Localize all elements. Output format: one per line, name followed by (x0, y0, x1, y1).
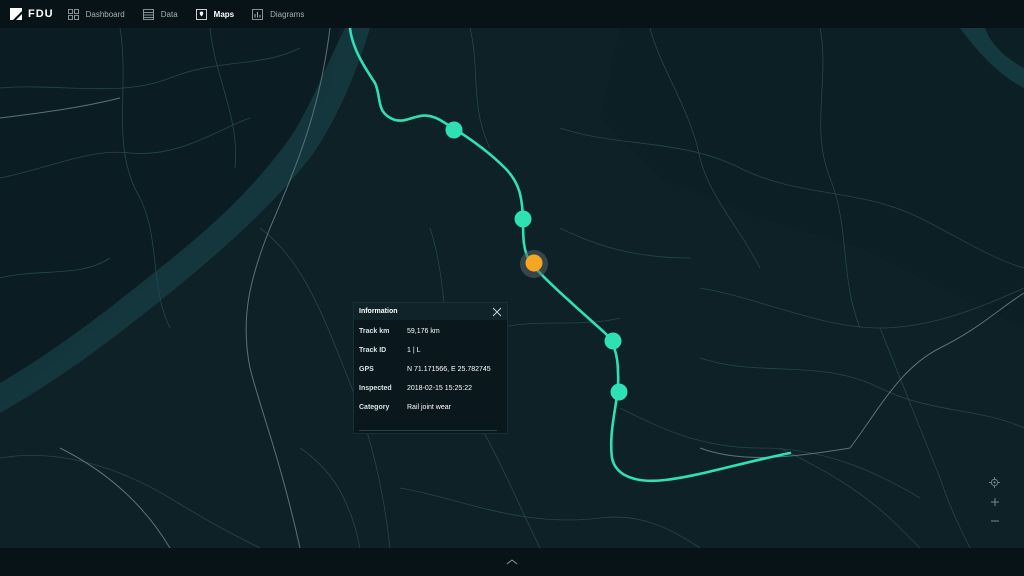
locate-icon (989, 477, 1000, 488)
main-nav: Dashboard Data Maps Diagrams (67, 8, 323, 20)
nav-label-dashboard: Dashboard (85, 9, 125, 19)
map-canvas (0, 28, 1024, 548)
track-marker-3[interactable] (604, 332, 622, 350)
nav-item-maps[interactable]: Maps (195, 8, 235, 20)
info-row-inspected: Inspected 2018-02-15 15:25:22 (354, 379, 507, 398)
track-marker-4[interactable] (610, 383, 628, 401)
panel-divider (359, 430, 497, 431)
info-label: Track ID (359, 347, 387, 354)
nav-label-data: Data (160, 9, 178, 19)
app-logo[interactable]: FDU (10, 8, 54, 20)
info-label: Track km (359, 328, 390, 335)
zoom-in-icon (990, 497, 999, 506)
info-label: GPS (359, 366, 374, 373)
logo-text: FDU (28, 8, 54, 20)
dashboard-grid-icon (67, 8, 79, 20)
map-pin-icon (195, 8, 207, 20)
information-panel-title: Information (359, 308, 398, 315)
info-value: N 71.171566, E 25.782745 (407, 366, 491, 373)
info-row-gps: GPS N 71.171566, E 25.782745 (354, 360, 507, 379)
info-value: 2018-02-15 15:25:22 (407, 385, 472, 392)
bottom-drawer-bar (0, 548, 1024, 576)
data-table-icon (142, 8, 154, 20)
nav-label-maps: Maps (213, 9, 235, 19)
info-row-track-id: Track ID 1 | L (354, 341, 507, 360)
info-value: 59,176 km (407, 328, 440, 335)
info-row-track-km: Track km 59,176 km (354, 322, 507, 341)
info-row-category: Category Rail joint wear (354, 398, 507, 417)
nav-item-data[interactable]: Data (142, 8, 178, 20)
info-value: 1 | L (407, 347, 421, 354)
locate-button[interactable] (986, 474, 1003, 491)
close-icon[interactable] (492, 307, 502, 317)
zoom-in-button[interactable] (986, 493, 1003, 510)
info-value: Rail joint wear (407, 404, 451, 411)
zoom-out-icon (990, 520, 999, 521)
top-navigation-bar: FDU Dashboard Data Maps Diagrams (0, 0, 1024, 28)
track-marker-2[interactable] (514, 210, 532, 228)
info-label: Inspected (359, 385, 392, 392)
chevron-up-icon[interactable] (505, 557, 519, 567)
info-label: Category (359, 404, 390, 411)
information-panel: Information Track km 59,176 km Track ID … (353, 302, 508, 434)
information-panel-header: Information (354, 303, 507, 320)
terrain-layer (0, 28, 1024, 408)
selected-track-marker[interactable] (525, 254, 543, 272)
nav-label-diagrams: Diagrams (270, 9, 305, 19)
logo-icon (10, 8, 22, 20)
bar-chart-icon (252, 8, 264, 20)
nav-item-dashboard[interactable]: Dashboard (67, 8, 125, 20)
zoom-out-button[interactable] (986, 512, 1003, 529)
track-marker-1[interactable] (445, 121, 463, 139)
nav-item-diagrams[interactable]: Diagrams (252, 8, 305, 20)
map-view[interactable] (0, 28, 1024, 548)
